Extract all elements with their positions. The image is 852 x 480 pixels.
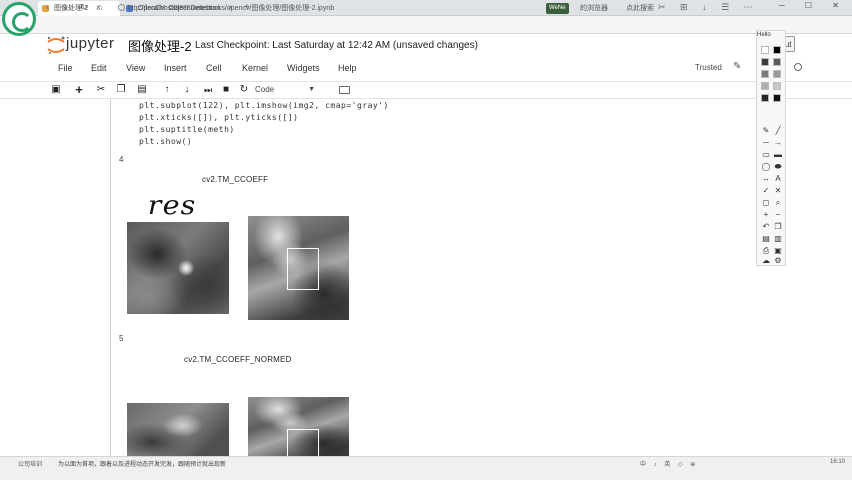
pen-icon[interactable]: ✎ [761,126,771,136]
window-controls[interactable]: ─ ☐ ✕ [779,1,848,10]
filled-rectangle-icon[interactable]: ▬ [773,150,783,160]
handwritten-annotation: res [147,191,197,221]
cut-icon[interactable]: ✂ [94,83,108,97]
notebook-title[interactable]: 图像处理-2 [128,36,192,55]
cell-gutter [110,99,111,459]
color-swatch[interactable] [761,58,769,66]
url-field[interactable]: http://localhost:8888/notebooks/opencv/图… [118,3,538,15]
clock: 16:10 [830,459,846,465]
status-left-label: 公司培训 [18,462,43,468]
ellipse-icon[interactable]: ◯ [761,162,771,172]
code-line[interactable]: plt.subplot(122), plt.imshow(img2, cmap=… [139,101,389,110]
check-icon[interactable]: ✓ [761,186,771,196]
page-info-icon [118,4,125,11]
palette-label: Hello [757,32,771,38]
back-icon[interactable]: ‹ [46,2,49,13]
rectangle-icon[interactable]: ▭ [761,150,771,160]
delete-icon[interactable]: ▥ [773,234,783,244]
minus-icon[interactable]: − [773,210,783,220]
cell-type-value: Code [255,85,275,94]
result-heatmap-image [127,222,229,314]
extension-button[interactable]: WeNe [546,3,569,14]
plot-suptitle: cv2.TM_CCOEFF_NORMED [184,355,292,364]
color-swatch[interactable] [761,94,769,102]
move-up-icon[interactable]: ↑ [160,83,174,97]
menu-file[interactable]: File [58,63,73,73]
jupyter-wordmark[interactable]: jupyter [66,35,115,52]
plus-icon[interactable]: + [761,210,771,220]
menu-widgets[interactable]: Widgets [287,63,320,73]
color-swatch[interactable] [761,70,769,78]
keyboard-icon[interactable] [339,86,350,94]
browser-label: 的浏览器 [580,5,608,12]
color-swatch[interactable] [761,82,769,90]
browser-toolbar-icons[interactable]: ✂ ⊞ ↓ ☰ ⋯ [658,2,759,13]
match-rectangle [287,429,319,459]
filled-ellipse-icon[interactable]: ⬬ [773,162,783,172]
code-line[interactable]: plt.suptitle(meth) [139,125,235,134]
run-icon[interactable]: ⏭ [201,83,215,97]
source-image [248,397,349,459]
interrupt-icon[interactable]: ■ [219,83,233,97]
menu-help[interactable]: Help [338,63,357,73]
color-swatch[interactable] [773,46,781,54]
jupyter-logo-icon [47,36,65,54]
color-swatch[interactable] [773,82,781,90]
address-bar [0,16,852,34]
result-heatmap-image [127,403,229,459]
url-text: http://localhost:8888/notebooks/opencv/图… [128,5,335,12]
trusted-indicator[interactable]: Trusted [695,63,722,72]
save-icon[interactable]: ▣ [49,83,63,97]
line-icon[interactable]: ╱ [773,126,783,136]
paste-icon[interactable]: ▤ [135,83,149,97]
undo-icon[interactable]: ↶ [761,222,771,232]
print-icon[interactable]: ⎙ [761,246,771,256]
zoom-icon[interactable]: ⌕ [773,198,783,208]
clipboard-icon[interactable]: ▤ [761,234,771,244]
copy-icon[interactable]: ❐ [773,222,783,232]
cloud-icon[interactable]: ☁ [761,256,771,266]
settings-icon[interactable]: ⚙ [773,256,783,266]
text-icon[interactable]: A [773,174,783,184]
chevron-down-icon: ▼ [308,86,315,93]
menu-insert[interactable]: Insert [164,63,187,73]
kernel-status-icon [794,63,802,71]
output-index: 5 [119,334,124,343]
select-icon[interactable]: ◻ [761,198,771,208]
cell-type-select[interactable]: Code ▼ [255,83,317,97]
menu-kernel[interactable]: Kernel [242,63,268,73]
match-rectangle [287,248,319,290]
edit-pencil-icon[interactable]: ✎ [733,61,741,72]
tray-icons[interactable]: 中 ♪ 英 ◇ ⊕ [640,459,698,468]
tab-notebook[interactable]: 图像处理-2 [38,1,120,16]
forward-icon[interactable]: › [64,2,67,13]
code-line[interactable]: plt.show() [139,137,192,146]
plot-suptitle: cv2.TM_CCOEFF [202,175,269,184]
insert-cell-icon[interactable]: + [72,83,86,97]
checkpoint-status: Last Checkpoint: Last Saturday at 12:42 … [195,40,478,51]
move-down-icon[interactable]: ↓ [180,83,194,97]
menu-edit[interactable]: Edit [91,63,107,73]
restart-icon[interactable]: ↻ [237,83,251,97]
browser-logo-icon [2,2,36,36]
output-index: 4 [119,155,124,164]
code-line[interactable]: plt.xticks([]), plt.yticks([]) [139,113,299,122]
search-box[interactable]: 点此搜索 [626,3,654,13]
arrow-icon[interactable]: → [773,138,783,148]
source-image [248,216,349,320]
color-swatch[interactable] [761,46,769,54]
color-swatch[interactable] [773,94,781,102]
save-icon[interactable]: ▣ [773,246,783,256]
line-icon[interactable]: ─ [761,138,771,148]
copy-icon[interactable]: ❐ [114,83,128,97]
move-icon[interactable]: ↔ [761,174,771,184]
cross-icon[interactable]: ✕ [773,186,783,196]
reload-icon[interactable]: ↻ [80,2,88,13]
status-message: 为以面为首项，跟着以及进程动态开发完发，跟随预计就出现新 [58,462,227,468]
color-swatch[interactable] [773,70,781,78]
color-swatch[interactable] [773,58,781,66]
menu-view[interactable]: View [126,63,145,73]
menu-cell[interactable]: Cell [206,63,222,73]
home-icon[interactable]: ⌂ [97,2,102,12]
